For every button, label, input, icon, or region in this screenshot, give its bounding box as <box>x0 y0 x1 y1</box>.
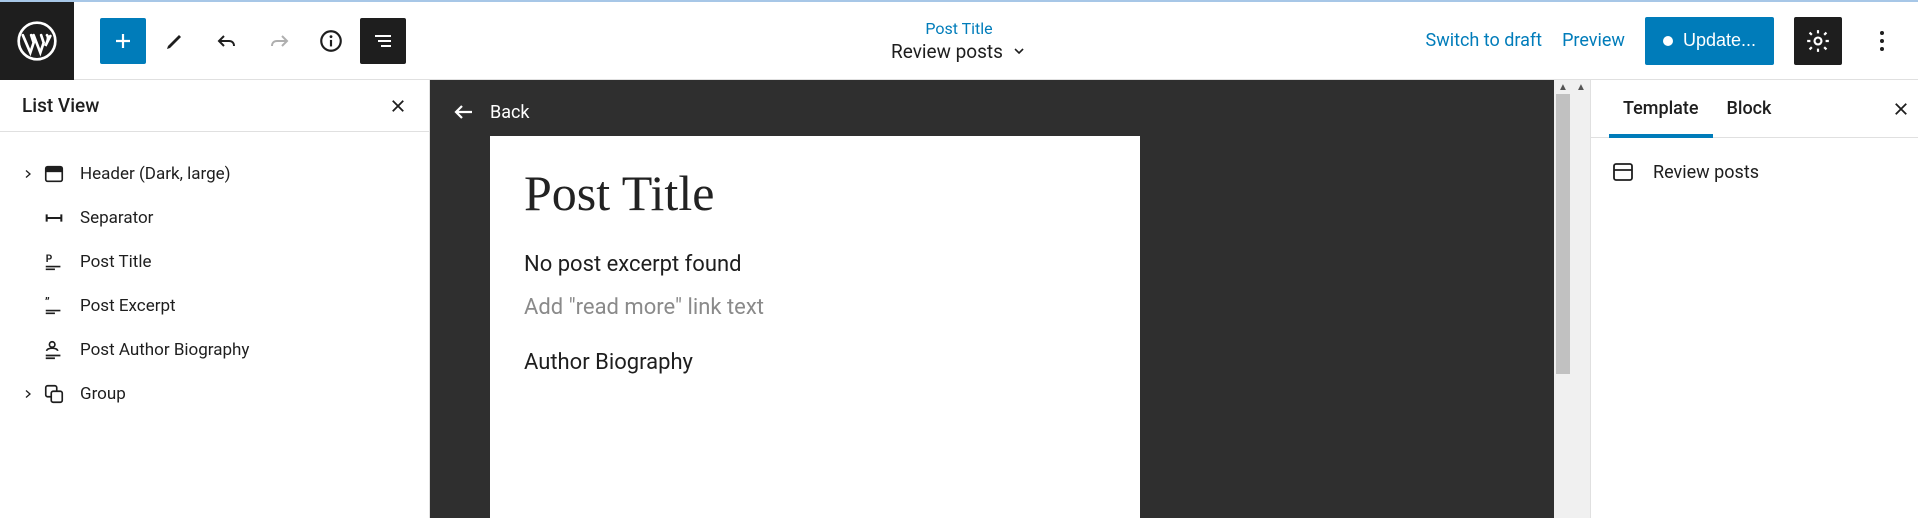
list-view-icon <box>371 29 395 53</box>
separator-icon <box>40 207 68 229</box>
inspector-tabs: Template Block <box>1591 80 1918 138</box>
gear-icon <box>1805 28 1831 54</box>
vertical-dots-icon <box>1879 29 1885 53</box>
tab-template[interactable]: Template <box>1609 80 1713 137</box>
update-button[interactable]: Update... <box>1645 17 1774 65</box>
scroll-up-icon[interactable]: ▲ <box>1572 82 1590 93</box>
block-inserter-button[interactable] <box>100 18 146 64</box>
wordpress-logo[interactable] <box>0 2 74 80</box>
header-icon <box>40 163 68 185</box>
read-more-input[interactable]: Add "read more" link text <box>524 295 1106 320</box>
editor-canvas: Back Post Title No post excerpt found Ad… <box>430 80 1590 518</box>
inspector-body: Review posts <box>1591 138 1918 206</box>
list-item-post-title[interactable]: P Post Title <box>10 240 419 284</box>
list-view-header: List View <box>0 80 429 132</box>
document-title[interactable]: Post Title Review posts <box>891 19 1027 63</box>
unsaved-dot-icon <box>1663 36 1673 46</box>
list-item-group[interactable]: Group <box>10 372 419 416</box>
list-item-label: Header (Dark, large) <box>80 164 231 184</box>
author-bio-icon <box>40 339 68 361</box>
template-row[interactable]: Review posts <box>1611 160 1898 184</box>
list-item-post-excerpt[interactable]: ” Post Excerpt <box>10 284 419 328</box>
list-item-header[interactable]: Header (Dark, large) <box>10 152 419 196</box>
list-item-label: Post Author Biography <box>80 340 249 360</box>
wordpress-icon <box>17 21 57 61</box>
list-item-label: Separator <box>80 208 153 228</box>
author-bio-block[interactable]: Author Biography <box>524 350 1106 375</box>
more-options-button[interactable] <box>1862 17 1902 65</box>
list-item-label: Group <box>80 384 126 404</box>
chevron-right-icon[interactable] <box>16 168 40 180</box>
back-button[interactable]: Back <box>452 100 530 124</box>
post-title-link[interactable]: Post Title <box>891 19 1027 38</box>
close-icon <box>1892 100 1910 118</box>
list-item-label: Post Title <box>80 252 152 272</box>
outer-scrollbar[interactable]: ▲ <box>1572 80 1590 518</box>
plus-icon <box>111 29 135 53</box>
list-view-panel: List View Header (Dark, large) Separator… <box>0 80 430 518</box>
list-item-author-bio[interactable]: Post Author Biography <box>10 328 419 372</box>
settings-button[interactable] <box>1794 17 1842 65</box>
toolbar-right-group: Switch to draft Preview Update... <box>1426 17 1918 65</box>
info-icon <box>318 28 344 54</box>
redo-icon <box>267 29 291 53</box>
toolbar-left-group <box>100 18 406 64</box>
close-inspector-button[interactable] <box>1892 100 1910 118</box>
layout-icon <box>1611 160 1635 184</box>
undo-button[interactable] <box>204 18 250 64</box>
post-excerpt-block[interactable]: No post excerpt found <box>524 252 1106 277</box>
pencil-icon <box>163 29 187 53</box>
tab-block[interactable]: Block <box>1713 80 1786 137</box>
chevron-down-icon <box>1011 43 1027 59</box>
group-icon <box>40 383 68 405</box>
scrollbar-thumb[interactable] <box>1556 94 1570 374</box>
redo-button[interactable] <box>256 18 302 64</box>
back-label: Back <box>490 102 530 123</box>
arrow-left-icon <box>452 100 476 124</box>
template-name-label: Review posts <box>891 40 1003 63</box>
canvas-document[interactable]: Post Title No post excerpt found Add "re… <box>490 136 1140 518</box>
list-view-title: List View <box>22 94 99 117</box>
inspector-panel: Template Block Review posts <box>1590 80 1918 518</box>
post-title-icon: P <box>40 251 68 273</box>
list-item-label: Post Excerpt <box>80 296 176 316</box>
close-list-view-button[interactable] <box>389 97 407 115</box>
undo-icon <box>215 29 239 53</box>
top-toolbar: Post Title Review posts Switch to draft … <box>0 2 1918 80</box>
tools-button[interactable] <box>152 18 198 64</box>
preview-button[interactable]: Preview <box>1562 30 1625 51</box>
switch-to-draft-button[interactable]: Switch to draft <box>1426 30 1543 51</box>
post-title-block[interactable]: Post Title <box>524 164 1106 222</box>
svg-text:”: ” <box>45 295 50 309</box>
list-view-toggle[interactable] <box>360 18 406 64</box>
main-area: List View Header (Dark, large) Separator… <box>0 80 1918 518</box>
update-button-label: Update... <box>1683 30 1756 51</box>
template-name-row[interactable]: Review posts <box>891 40 1027 63</box>
list-item-separator[interactable]: Separator <box>10 196 419 240</box>
post-excerpt-icon: ” <box>40 295 68 317</box>
details-button[interactable] <box>308 18 354 64</box>
close-icon <box>389 97 407 115</box>
chevron-right-icon[interactable] <box>16 388 40 400</box>
canvas-scrollbar[interactable]: ▲ <box>1554 80 1572 518</box>
list-view-tree: Header (Dark, large) Separator P Post Ti… <box>0 132 429 436</box>
template-name-value: Review posts <box>1653 162 1759 183</box>
scroll-up-icon[interactable]: ▲ <box>1554 82 1572 93</box>
svg-text:P: P <box>46 254 53 265</box>
